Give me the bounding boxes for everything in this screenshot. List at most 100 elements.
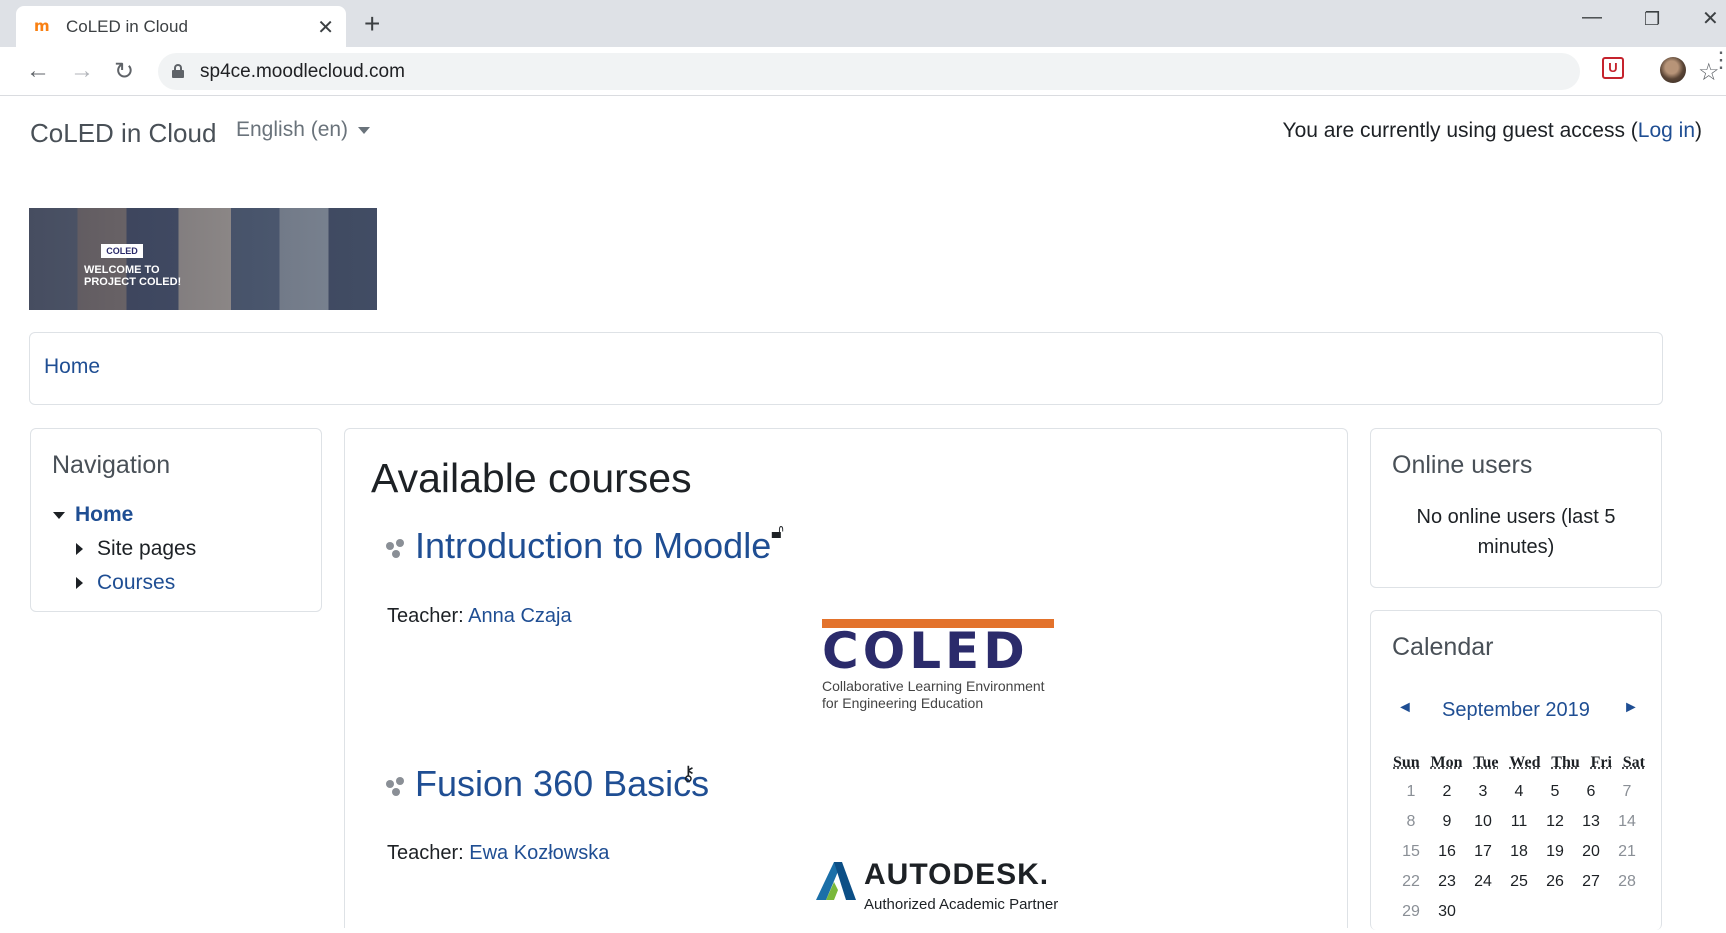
calendar-day[interactable]: 23 [1429, 873, 1465, 903]
profile-avatar[interactable] [1660, 57, 1686, 83]
calendar-day[interactable]: 13 [1573, 813, 1609, 843]
coled-logo: COLED Collaborative Learning Environment… [822, 619, 1062, 712]
browser-menu-icon[interactable]: ⋮ [1710, 49, 1726, 71]
calendar-day [1609, 903, 1645, 933]
lock-icon[interactable] [172, 64, 184, 78]
restore-icon[interactable]: ❐ [1644, 9, 1660, 30]
online-users-text: No online users (last 5 minutes) [1416, 506, 1616, 558]
nav-item-site-pages[interactable]: Site pages [76, 537, 196, 561]
weekday-label: Tue [1473, 754, 1499, 771]
login-link[interactable]: Log in [1638, 119, 1695, 142]
site-name-link[interactable]: CoLED in Cloud [30, 118, 216, 149]
banner-logo: COLED [101, 244, 143, 258]
course-link-fusion-360-basics[interactable]: Fusion 360 Basics [415, 763, 709, 805]
nav-item-label: Site pages [97, 537, 197, 560]
url-text[interactable]: sp4ce.moodlecloud.com [200, 61, 405, 83]
minimize-icon[interactable]: — [1582, 6, 1602, 29]
calendar-week: 15 16 17 18 19 20 21 [1393, 843, 1645, 873]
calendar-day[interactable]: 30 [1429, 903, 1465, 933]
unlock-icon[interactable]: 🔓︎ [771, 521, 784, 544]
calendar-week: 1 2 3 4 5 6 7 [1393, 783, 1645, 813]
breadcrumb-bar: Home [29, 332, 1663, 405]
teacher-label: Teacher: [387, 605, 469, 627]
weekday-label: Fri [1590, 754, 1612, 771]
project-banner-image: COLED WELCOME TO PROJECT COLED! [29, 208, 377, 310]
calendar-day[interactable]: 24 [1465, 873, 1501, 903]
available-courses-region: Available courses Introduction to Moodle… [344, 428, 1348, 928]
calendar-day[interactable]: 22 [1393, 873, 1429, 903]
calendar-day[interactable]: 11 [1501, 813, 1537, 843]
course-icon [386, 777, 408, 799]
window-close-icon[interactable]: ✕ [1702, 6, 1719, 31]
banner-line-2: PROJECT COLED! [84, 276, 182, 288]
coled-wordmark: COLED [822, 619, 1054, 676]
calendar-block: Calendar September 2019 ◄ ► Sun Mon Tue … [1370, 610, 1662, 930]
banner-line-1: WELCOME TO [84, 264, 160, 276]
calendar-week: 8 9 10 11 12 13 14 [1393, 813, 1645, 843]
banner-text: WELCOME TO PROJECT COLED! [84, 264, 181, 288]
breadcrumb-home-link[interactable]: Home [44, 355, 100, 379]
weekday-label: Mon [1430, 754, 1463, 771]
moodle-favicon-icon: m [34, 17, 50, 35]
calendar-day[interactable]: 4 [1501, 783, 1537, 813]
course-link-introduction-to-moodle[interactable]: Introduction to Moodle [415, 525, 771, 567]
calendar-day[interactable]: 9 [1429, 813, 1465, 843]
previous-month-icon[interactable]: ◄ [1397, 699, 1413, 717]
calendar-day[interactable]: 6 [1573, 783, 1609, 813]
calendar-day[interactable]: 7 [1609, 783, 1645, 813]
calendar-day [1465, 903, 1501, 933]
calendar-day[interactable]: 28 [1609, 873, 1645, 903]
new-tab-button[interactable]: + [364, 8, 380, 40]
online-users-title: Online users [1392, 451, 1533, 479]
calendar-day[interactable]: 27 [1573, 873, 1609, 903]
available-courses-title: Available courses [371, 455, 692, 501]
calendar-day[interactable]: 26 [1537, 873, 1573, 903]
calendar-day[interactable]: 20 [1573, 843, 1609, 873]
teacher-link[interactable]: Anna Czaja [468, 605, 571, 627]
teacher-link[interactable]: Ewa Kozłowska [469, 842, 609, 864]
calendar-day[interactable]: 1 [1393, 783, 1429, 813]
calendar-weekdays: Sun Mon Tue Wed Thu Fri Sat [1393, 754, 1645, 772]
calendar-day[interactable]: 10 [1465, 813, 1501, 843]
browser-tab-strip: m CoLED in Cloud ✕ + — ❐ ✕ [0, 0, 1726, 47]
nav-home-item[interactable]: Home [53, 503, 133, 527]
nav-item-courses[interactable]: Courses [76, 571, 175, 595]
guest-close: ) [1695, 119, 1702, 142]
reload-icon[interactable]: ↻ [114, 57, 134, 86]
autodesk-subtitle: Authorized Academic Partner [864, 896, 1059, 913]
calendar-month-link[interactable]: September 2019 [1371, 699, 1661, 722]
guest-label: You are currently using guest access ( [1282, 119, 1638, 142]
omnibox[interactable]: sp4ce.moodlecloud.com ☆ [158, 53, 1720, 90]
calendar-day[interactable]: 18 [1501, 843, 1537, 873]
language-label: English (en) [236, 118, 349, 141]
calendar-day[interactable]: 17 [1465, 843, 1501, 873]
tab-close-icon[interactable]: ✕ [317, 15, 334, 40]
calendar-day[interactable]: 21 [1609, 843, 1645, 873]
calendar-day[interactable]: 19 [1537, 843, 1573, 873]
next-month-icon[interactable]: ► [1623, 699, 1639, 717]
calendar-day[interactable]: 25 [1501, 873, 1537, 903]
calendar-day[interactable]: 12 [1537, 813, 1573, 843]
back-icon[interactable]: ← [26, 57, 50, 85]
navigation-block: Navigation Home Site pages Courses [30, 428, 322, 612]
coled-sub-line-1: Collaborative Learning Environment [822, 678, 1045, 694]
collapsed-icon [76, 543, 83, 556]
calendar-day[interactable]: 3 [1465, 783, 1501, 813]
calendar-day[interactable]: 16 [1429, 843, 1465, 873]
guest-access-text: You are currently using guest access (Lo… [1283, 119, 1702, 143]
calendar-day[interactable]: 15 [1393, 843, 1429, 873]
calendar-day[interactable]: 5 [1537, 783, 1573, 813]
key-icon[interactable]: ⚷ [681, 761, 696, 786]
browser-tab[interactable]: m CoLED in Cloud ✕ [16, 6, 346, 47]
language-menu[interactable]: English (en) [236, 118, 371, 142]
caret-down-icon [358, 126, 371, 134]
teacher-label: Teacher: [387, 842, 470, 864]
calendar-day[interactable]: 2 [1429, 783, 1465, 813]
calendar-day [1537, 903, 1573, 933]
calendar-day[interactable]: 29 [1393, 903, 1429, 933]
calendar-day[interactable]: 14 [1609, 813, 1645, 843]
calendar-day[interactable]: 8 [1393, 813, 1429, 843]
forward-icon[interactable]: → [70, 57, 94, 85]
weekday-label: Sun [1393, 754, 1420, 771]
extension-icon[interactable]: U [1602, 57, 1624, 79]
